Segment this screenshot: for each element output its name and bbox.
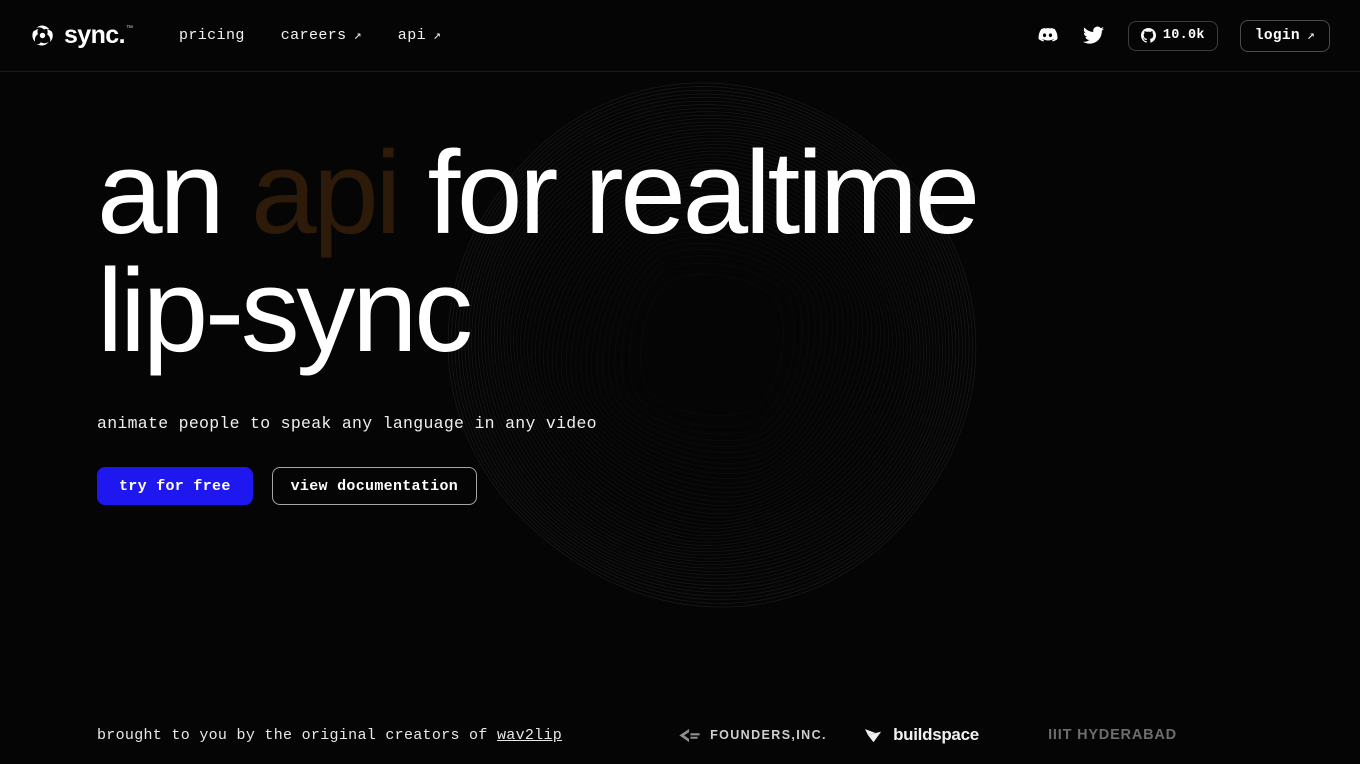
github-stars-button[interactable]: 10.0k: [1127, 20, 1218, 51]
headline-word-api: api: [250, 127, 402, 259]
partner-name-buildspace: buildspace: [893, 725, 979, 744]
credits-text: brought to you by the original creators …: [97, 727, 562, 744]
headline-line-lip-sync: lip-sync: [97, 245, 473, 377]
partner-logo-buildspace: buildspace: [863, 725, 1048, 745]
page-title: an api for realtime lip-sync: [97, 134, 1360, 370]
main-nav: pricing careers ↗ api ↗: [179, 27, 441, 44]
hero-cta-row: try for free view documentation: [97, 467, 1360, 505]
nav-item-careers[interactable]: careers ↗: [281, 27, 362, 44]
nav-item-pricing[interactable]: pricing: [179, 27, 245, 44]
brand-logo[interactable]: sync. ™: [30, 23, 133, 48]
brand-name: sync.: [64, 21, 126, 49]
nav-label-api: api: [397, 27, 427, 44]
nav-label-careers: careers: [280, 27, 347, 44]
partner-logo-founders-inc: FOUNDERS,INC.: [678, 728, 863, 743]
view-documentation-button[interactable]: view documentation: [271, 467, 478, 505]
external-link-arrow-icon: ↗: [353, 28, 362, 43]
credits-bar: brought to you by the original creators …: [0, 706, 1360, 764]
landing-page: sync. ™ pricing careers ↗ api ↗ 10.0k lo…: [0, 0, 1360, 764]
github-star-count: 10.0k: [1162, 28, 1205, 43]
login-button[interactable]: login ↗: [1239, 19, 1330, 52]
nav-item-api[interactable]: api ↗: [398, 27, 441, 44]
buildspace-mark-icon: [865, 728, 882, 742]
partner-name-iiit: IIIT HYDERABAD: [1048, 727, 1177, 743]
discord-icon[interactable]: [1036, 24, 1060, 48]
partner-logos: FOUNDERS,INC. buildspace IIIT HYDERABAD: [678, 725, 1233, 745]
login-label: login: [1254, 27, 1300, 44]
partner-logo-iiit-hyderabad: IIIT HYDERABAD: [1048, 727, 1233, 743]
headline-part-an: an: [97, 127, 251, 259]
nav-label-pricing: pricing: [178, 27, 245, 44]
hero-section: an api for realtime lip-sync animate peo…: [0, 72, 1360, 505]
partner-name-founders: FOUNDERS,INC.: [710, 728, 827, 742]
trademark-symbol: ™: [125, 25, 133, 32]
external-link-arrow-icon: ↗: [1306, 28, 1315, 43]
header-actions: 10.0k login ↗: [1036, 19, 1330, 52]
wav2lip-link[interactable]: wav2lip: [497, 727, 562, 744]
site-header: sync. ™ pricing careers ↗ api ↗ 10.0k lo…: [0, 0, 1360, 72]
credits-prefix: brought to you by the original creators …: [97, 726, 497, 744]
hero-subtitle: animate people to speak any language in …: [97, 414, 597, 433]
external-link-arrow-icon: ↗: [433, 28, 442, 43]
twitter-icon[interactable]: [1082, 24, 1106, 48]
headline-part-for-realtime: for realtime: [398, 127, 981, 259]
try-for-free-button[interactable]: try for free: [97, 467, 253, 505]
github-icon: [1140, 28, 1156, 43]
sync-cube-icon: [32, 25, 53, 46]
founders-inc-mark-icon: [679, 728, 700, 742]
